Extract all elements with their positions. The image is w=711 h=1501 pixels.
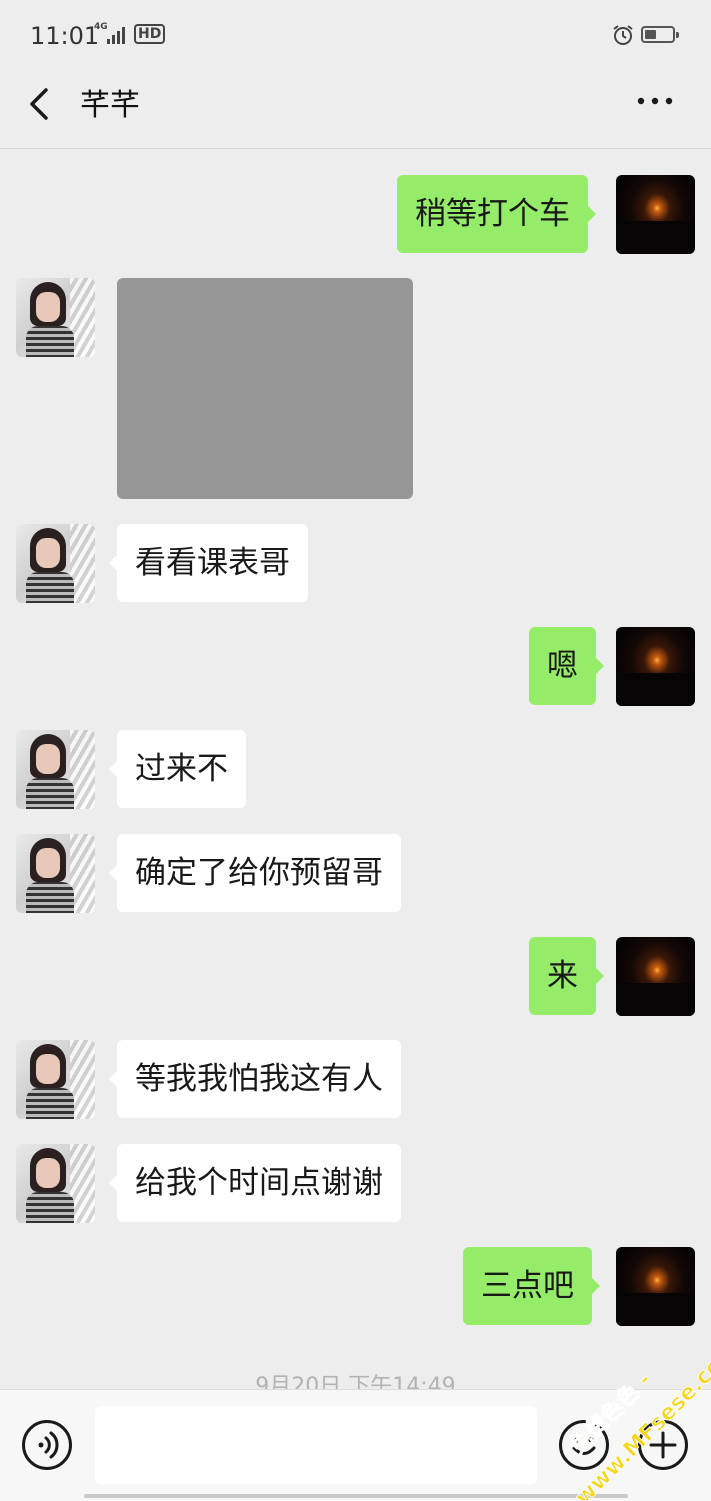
contact-avatar[interactable] [16, 1144, 95, 1223]
self-avatar[interactable] [616, 1247, 695, 1326]
signal-icon [107, 27, 125, 44]
voice-input-button[interactable] [22, 1420, 72, 1470]
status-bar: 11:01 4G HD [0, 0, 711, 70]
back-arrow-icon[interactable] [26, 84, 54, 124]
input-bar [0, 1389, 711, 1501]
alarm-icon [613, 25, 633, 45]
incoming-message[interactable]: 给我个时间点谢谢 [109, 1144, 401, 1222]
status-time: 11:01 [30, 22, 100, 50]
incoming-message[interactable]: 过来不 [109, 730, 246, 808]
more-options-icon[interactable] [636, 96, 676, 106]
message-input[interactable] [95, 1406, 537, 1484]
contact-avatar[interactable] [16, 730, 95, 809]
outgoing-message[interactable]: 嗯 [529, 627, 604, 705]
contact-avatar[interactable] [16, 524, 95, 603]
outgoing-message[interactable]: 稍等打个车 [397, 175, 596, 253]
hd-call-icon: HD [134, 24, 166, 44]
battery-icon [641, 26, 679, 43]
self-avatar[interactable] [616, 937, 695, 1016]
plus-icon [649, 1431, 677, 1459]
self-avatar[interactable] [616, 175, 695, 254]
chat-header: 芊芊 [0, 70, 711, 149]
outgoing-message[interactable]: 来 [529, 937, 604, 1015]
incoming-message[interactable]: 看看课表哥 [109, 524, 308, 602]
voice-icon [38, 1431, 59, 1459]
network-type: 4G [94, 22, 108, 32]
incoming-message[interactable]: 等我我怕我这有人 [109, 1040, 401, 1118]
more-functions-button[interactable] [638, 1420, 688, 1470]
contact-avatar[interactable] [16, 834, 95, 913]
incoming-message[interactable]: 确定了给你预留哥 [109, 834, 401, 912]
emoji-button[interactable] [559, 1420, 609, 1470]
contact-name: 芊芊 [80, 88, 140, 123]
image-message[interactable] [117, 278, 413, 499]
home-indicator [84, 1494, 628, 1498]
contact-avatar[interactable] [16, 278, 95, 357]
contact-avatar[interactable] [16, 1040, 95, 1119]
emoji-icon [572, 1437, 596, 1455]
self-avatar[interactable] [616, 627, 695, 706]
outgoing-message[interactable]: 三点吧 [463, 1247, 600, 1325]
